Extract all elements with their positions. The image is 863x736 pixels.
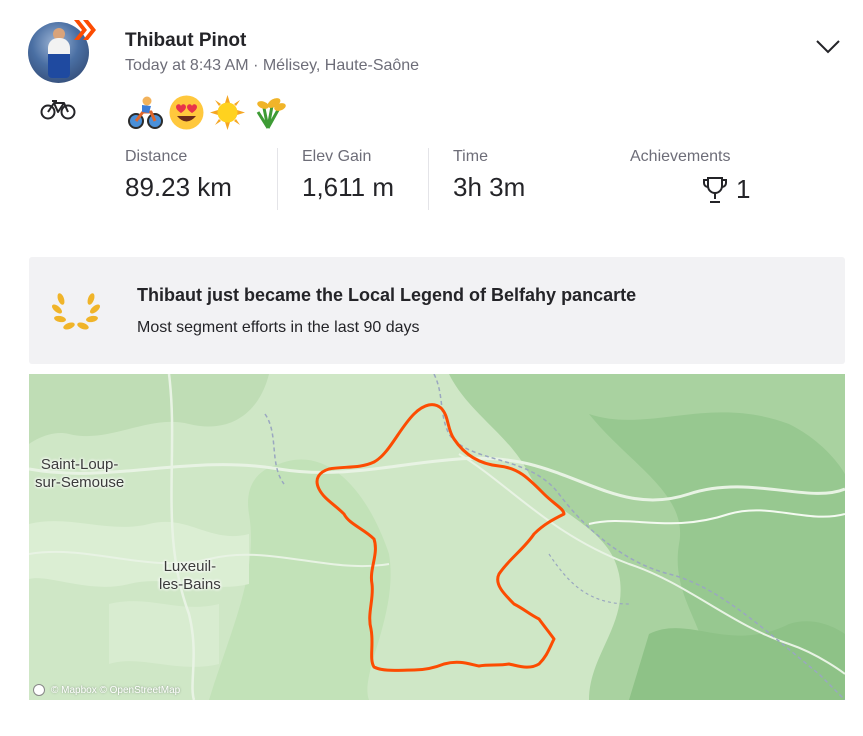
laurel-wreath-icon — [52, 293, 100, 330]
attribution-text: © Mapbox © OpenStreetMap — [51, 684, 181, 696]
local-legend-subtitle: Most segment efforts in the last 90 days — [137, 319, 420, 336]
mapbox-logo-icon — [33, 684, 45, 696]
stat-distance-value: 89.23 km — [125, 172, 232, 202]
town-name: Luxeuil- les-Bains — [159, 558, 221, 593]
avatar-figure — [48, 38, 70, 78]
stat-time: Time 3h 3m — [453, 148, 525, 203]
stat-distance: Distance 89.23 km — [125, 148, 232, 203]
stat-elev-gain: Elev Gain 1,611 m — [302, 148, 394, 203]
cyclist-emoji — [128, 96, 163, 129]
town-label-luxeuil: Luxeuil- les-Bains — [159, 558, 221, 594]
trophy-icon — [703, 176, 727, 203]
stat-distance-label: Distance — [125, 148, 188, 165]
subscriber-chevron-badge-icon — [74, 20, 96, 40]
map-attribution[interactable]: © Mapbox © OpenStreetMap — [33, 684, 180, 696]
bicycle-icon — [40, 100, 76, 120]
achievements-count[interactable]: 1 — [702, 174, 750, 205]
stat-divider — [428, 148, 429, 210]
local-legend-title: Thibaut just became the Local Legend of … — [137, 285, 637, 305]
stat-time-label: Time — [453, 148, 488, 165]
stat-divider — [277, 148, 278, 210]
stat-time-value: 3h 3m — [453, 172, 526, 202]
athlete-name[interactable]: Thibaut Pinot — [125, 30, 246, 52]
town-name: Saint-Loup- sur-Semouse — [35, 456, 125, 491]
sheaf-of-rice-emoji — [256, 98, 286, 129]
sun-emoji — [210, 95, 245, 130]
chevron-down-icon[interactable] — [815, 36, 841, 56]
route-map[interactable]: Saint-Loup- sur-Semouse Luxeuil- les-Bai… — [29, 374, 845, 700]
heart-eyes-emoji — [169, 95, 204, 130]
map-terrain — [29, 374, 845, 700]
town-label-saint-loup: Saint-Loup- sur-Semouse — [35, 456, 124, 492]
stat-elev-gain-label: Elev Gain — [302, 148, 372, 165]
emoji-row — [127, 94, 287, 131]
activity-meta: Today at 8:43 AM · Mélisey, Haute-Saône — [125, 57, 420, 74]
achievements-value: 1 — [736, 174, 751, 204]
achievements-label: Achievements — [630, 148, 731, 165]
stat-elev-gain-value: 1,611 m — [302, 172, 395, 202]
local-legend-card[interactable]: Thibaut just became the Local Legend of … — [29, 257, 845, 364]
